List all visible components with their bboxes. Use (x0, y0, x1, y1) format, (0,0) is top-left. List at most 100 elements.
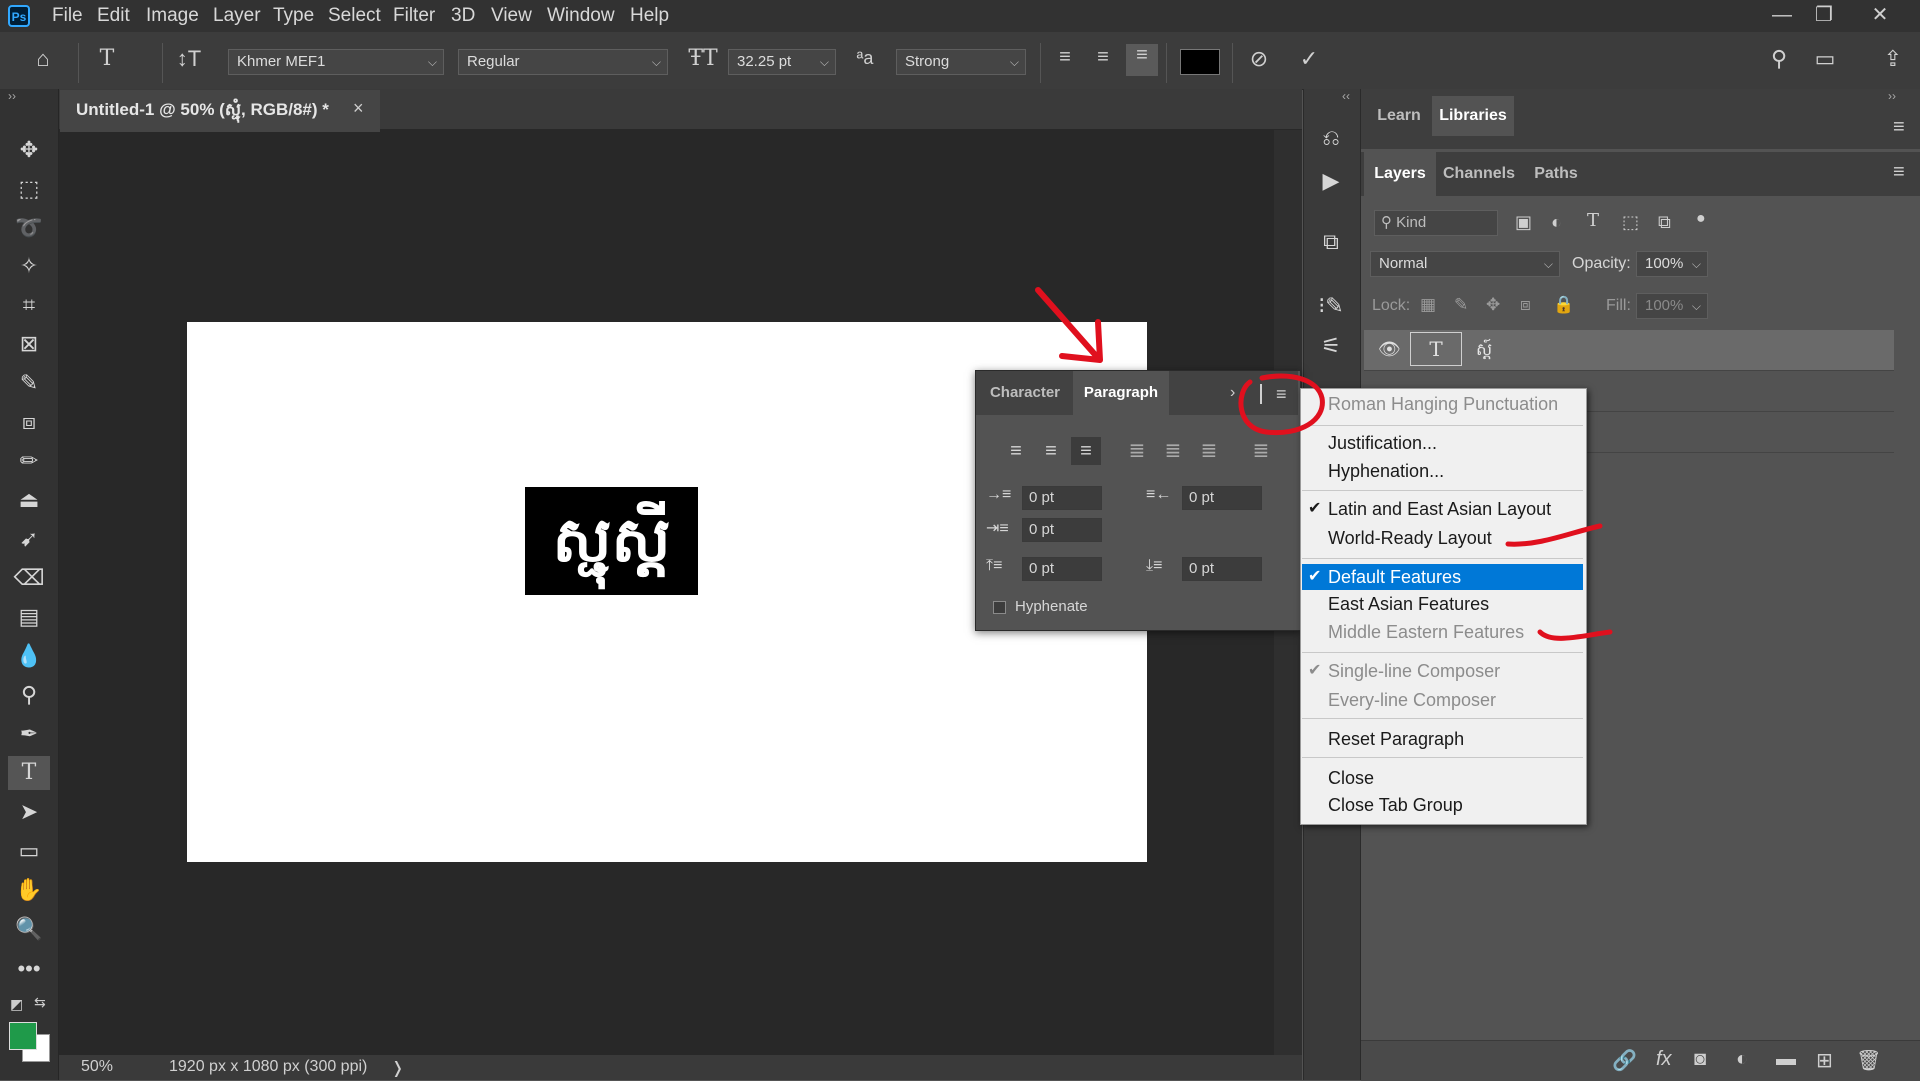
align-center-icon[interactable]: ≡ (1036, 437, 1066, 465)
lock-position-icon[interactable]: ✥ (1486, 295, 1500, 315)
new-layer-icon[interactable]: ⊞ (1816, 1048, 1833, 1073)
zoom-tool-icon[interactable]: 🔍 (8, 912, 50, 946)
indent-right-input[interactable]: 0 pt (1182, 486, 1262, 510)
menu-item-latin-east-asian-layout[interactable]: Latin and East Asian Layout (1328, 496, 1551, 522)
text-layer-content[interactable]: ស្ជុស្តី (525, 487, 698, 595)
menu-item-every-line-composer[interactable]: Every-line Composer (1328, 687, 1496, 713)
align-left-icon[interactable]: ≡ (1050, 46, 1080, 69)
indent-first-line-input[interactable]: 0 pt (1022, 518, 1102, 542)
lock-artboard-icon[interactable]: ⧈ (1520, 295, 1531, 315)
layer-row[interactable]: 👁 T ស្ត៍ (1364, 330, 1894, 371)
menu-window[interactable]: Window (547, 0, 615, 32)
menu-item-default-features[interactable]: Default Features (1328, 564, 1461, 590)
menu-item-reset-paragraph[interactable]: Reset Paragraph (1328, 726, 1464, 752)
close-tab-icon[interactable]: × (353, 98, 364, 119)
menu-icon[interactable]: ≡ (1893, 161, 1905, 184)
type-tool-icon[interactable]: T (8, 756, 50, 790)
filter-shape-icon[interactable]: ⬚ (1622, 212, 1639, 233)
zoom-level[interactable]: 50% (81, 1058, 113, 1076)
tab-paragraph[interactable]: Paragraph (1073, 371, 1169, 415)
hyphenate-checkbox[interactable] (993, 601, 1006, 614)
adjustment-layer-icon[interactable]: ◐ (1736, 1048, 1748, 1071)
frame-tool-icon[interactable]: ⊠ (8, 327, 50, 361)
add-mask-icon[interactable]: ◙ (1694, 1048, 1706, 1071)
menu-icon[interactable]: ≡ (1893, 116, 1905, 139)
lock-transparent-icon[interactable]: ▦ (1420, 295, 1436, 315)
justify-last-right-icon[interactable]: ≣ (1194, 437, 1224, 465)
document-tab[interactable]: Untitled-1 @ 50% (ស្ជុំ, RGB/8#) * × (60, 90, 380, 132)
lock-image-icon[interactable]: ✎ (1454, 295, 1468, 315)
font-size-select[interactable]: 32.25 pt ⌵ (728, 49, 836, 75)
menu-view[interactable]: View (491, 0, 532, 32)
eyedropper-tool-icon[interactable]: ✎ (8, 366, 50, 400)
cancel-edits-icon[interactable]: ⊘ (1244, 46, 1274, 72)
justify-last-left-icon[interactable]: ≣ (1122, 437, 1152, 465)
more-tools-icon[interactable]: ••• (8, 952, 50, 986)
actions-panel-icon[interactable]: ▶ (1313, 165, 1349, 197)
filter-pixel-icon[interactable]: ▣ (1515, 212, 1532, 233)
justify-last-center-icon[interactable]: ≣ (1158, 437, 1188, 465)
hand-tool-icon[interactable]: ✋ (8, 873, 50, 907)
menu-layer[interactable]: Layer (213, 0, 261, 32)
justify-all-icon[interactable]: ≣ (1246, 437, 1276, 465)
link-layers-icon[interactable]: 🔗 (1612, 1048, 1637, 1073)
stamp-tool-icon[interactable]: ⏏ (8, 483, 50, 517)
crop-tool-icon[interactable]: ⌗ (8, 288, 50, 322)
menu-select[interactable]: Select (328, 0, 381, 32)
history-panel-icon[interactable]: ⎌ (1313, 122, 1349, 154)
filter-adjustment-icon[interactable]: ◐ (1551, 212, 1562, 233)
align-center-icon[interactable]: ≡ (1088, 46, 1118, 69)
panel-menu-icon[interactable]: ≡ (1276, 384, 1287, 405)
menu-edit[interactable]: Edit (97, 0, 130, 32)
brushes-panel-icon[interactable]: ⁝✎ (1313, 290, 1349, 322)
blend-mode-select[interactable]: Normal ⌵ (1370, 251, 1560, 277)
menu-item-hyphenation[interactable]: Hyphenation... (1328, 458, 1444, 484)
marquee-tool-icon[interactable]: ⬚ (8, 172, 50, 206)
menu-type[interactable]: Type (273, 0, 314, 32)
filter-toggle-icon[interactable]: ● (1696, 210, 1706, 228)
move-tool-icon[interactable]: ✥ (8, 133, 50, 167)
brush-tool-icon[interactable]: ✏ (8, 444, 50, 478)
menu-3d[interactable]: 3D (451, 0, 475, 32)
eraser-tool-icon[interactable]: ⌫ (8, 561, 50, 595)
indent-left-input[interactable]: 0 pt (1022, 486, 1102, 510)
menu-file[interactable]: File (52, 0, 83, 32)
layer-name[interactable]: ស្ត៍ (1476, 339, 1492, 364)
blur-tool-icon[interactable]: 💧 (8, 639, 50, 673)
home-icon[interactable]: ⌂ (26, 46, 60, 76)
type-tool-preset-icon[interactable]: T (90, 46, 124, 71)
menu-help[interactable]: Help (630, 0, 669, 32)
tab-paths[interactable]: Paths (1522, 152, 1590, 196)
filter-type-icon[interactable]: T (1587, 210, 1599, 231)
toggle-text-orientation-icon[interactable]: ↕T (172, 46, 206, 72)
menu-item-east-asian-features[interactable]: East Asian Features (1328, 591, 1489, 617)
align-left-icon[interactable]: ≡ (1001, 437, 1031, 465)
status-menu-arrow-icon[interactable]: ❭ (391, 1058, 404, 1078)
gradient-tool-icon[interactable]: ▤ (8, 600, 50, 634)
restore-button[interactable]: ❐ (1802, 0, 1846, 30)
foreground-color-swatch[interactable] (9, 1022, 37, 1050)
menu-filter[interactable]: Filter (393, 0, 435, 32)
group-icon[interactable]: ▬ (1776, 1048, 1796, 1071)
eye-icon[interactable]: 👁 (1378, 339, 1401, 360)
rectangle-tool-icon[interactable]: ▭ (8, 834, 50, 868)
3d-panel-icon[interactable]: ⧉ (1313, 226, 1349, 258)
expand-panel-icon[interactable]: › (1230, 384, 1235, 402)
lock-all-icon[interactable]: 🔒 (1553, 295, 1574, 315)
text-color-swatch[interactable] (1180, 49, 1220, 75)
space-before-input[interactable]: 0 pt (1022, 557, 1102, 581)
collapse-icon[interactable]: ›› (8, 89, 16, 103)
menu-image[interactable]: Image (146, 0, 199, 32)
layer-filter-select[interactable]: ⚲ Kind (1374, 210, 1498, 236)
tab-layers[interactable]: Layers (1364, 152, 1436, 196)
properties-panel-icon[interactable]: ⚟ (1313, 330, 1349, 362)
history-brush-tool-icon[interactable]: ➹ (8, 522, 50, 556)
healing-brush-tool-icon[interactable]: ⧈ (8, 405, 50, 439)
minimize-button[interactable]: — (1760, 0, 1804, 30)
default-colors-icon[interactable]: ◩ (10, 996, 23, 1013)
dodge-tool-icon[interactable]: ⚲ (8, 678, 50, 712)
pen-tool-icon[interactable]: ✒ (8, 717, 50, 751)
menu-item-middle-eastern-features[interactable]: Middle Eastern Features (1328, 619, 1524, 645)
workspace-icon[interactable]: ▭ (1808, 46, 1842, 72)
menu-item-close-tab-group[interactable]: Close Tab Group (1328, 792, 1463, 818)
